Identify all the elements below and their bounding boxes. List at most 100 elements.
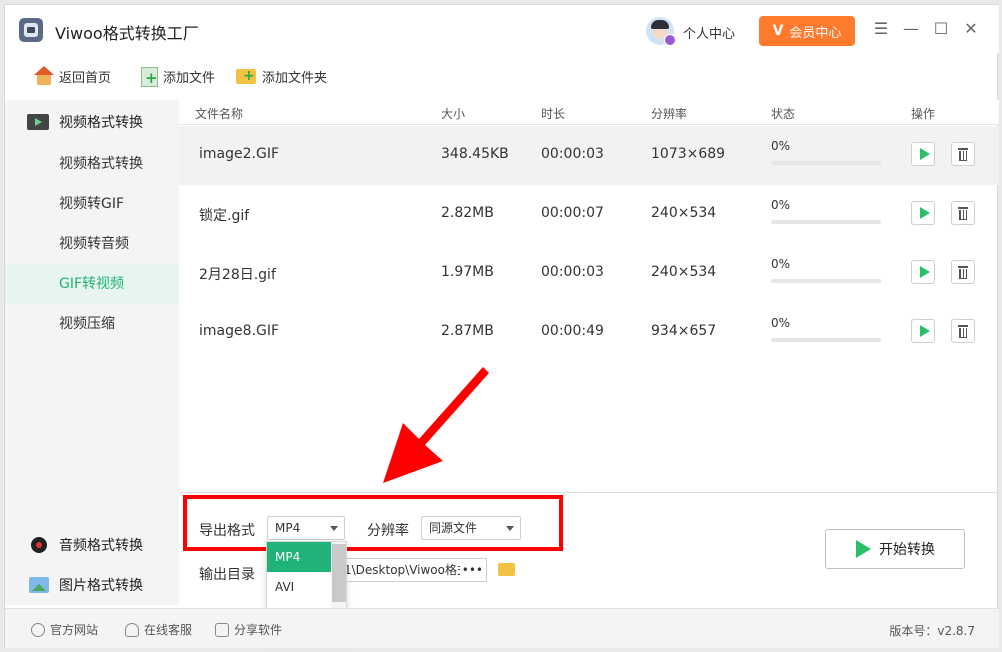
globe-icon [31,622,45,637]
vip-icon: V [772,23,784,39]
status-bar: 官方网站 在线客服 分享软件 版本号：v2.8.7 [5,608,999,648]
sidebar: 视频格式转换 视频格式转换 视频转GIF 视频转音频 GIF转视频 视频压缩 音… [5,100,179,605]
format-option-mp4[interactable]: MP4 [267,542,331,572]
progress-bar [771,279,881,283]
table-row[interactable]: image8.GIF 2.87MB 00:00:49 934×657 0% [179,303,999,362]
file-resolution: 934×657 [651,323,717,339]
folder-icon[interactable] [498,561,516,577]
add-folder-icon [236,66,258,86]
column-header-status: 状态 [771,107,796,121]
progress-percent: 0% [771,257,791,271]
progress-bar [771,338,881,342]
home-button[interactable]: 返回首页 [33,65,111,87]
sidebar-group-video[interactable]: 视频格式转换 [5,106,179,138]
minimize-icon[interactable]: — [901,19,921,39]
sidebar-group-label: 图片格式转换 [59,578,143,594]
table-row[interactable]: 2月28日.gif 1.97MB 00:00:03 240×534 0% [179,244,999,303]
app-title: Viwoo格式转换工厂 [55,24,199,43]
add-file-label: 添加文件 [163,70,216,86]
file-table-header: 文件名称 大小 时长 分辨率 状态 操作 [179,100,999,125]
progress-bar [771,161,881,165]
app-window: Viwoo格式转换工厂 个人中心 V 会员中心 ☰ — ☐ ✕ 返回首页 添加文… [4,4,999,648]
play-icon [855,540,871,558]
play-icon[interactable] [911,260,935,284]
app-logo-icon [19,18,43,42]
file-resolution: 240×534 [651,205,717,221]
file-duration: 00:00:07 [541,205,604,221]
column-header-actions: 操作 [911,107,936,121]
play-icon[interactable] [911,142,935,166]
sidebar-group-audio[interactable]: 音频格式转换 [5,529,179,561]
website-label: 官方网站 [50,623,99,637]
delete-icon[interactable] [951,260,975,284]
add-folder-button[interactable]: 添加文件夹 [236,65,327,87]
output-dir-field[interactable]: 1\Desktop\Viwoo格式 ••• [339,558,487,582]
delete-icon[interactable] [951,142,975,166]
sidebar-item-video-to-gif[interactable]: 视频转GIF [5,184,179,224]
sidebar-group-image[interactable]: 图片格式转换 [5,569,179,601]
website-link[interactable]: 官方网站 [31,621,98,638]
table-row[interactable]: 锁定.gif 2.82MB 00:00:07 240×534 0% [179,185,999,244]
image-icon [29,577,49,593]
add-folder-label: 添加文件夹 [262,70,328,86]
column-header-duration: 时长 [541,107,566,121]
file-size: 1.97MB [441,264,494,280]
start-convert-label: 开始转换 [879,542,935,558]
column-header-size: 大小 [441,107,466,121]
audio-icon [31,537,47,553]
progress-bar [771,220,881,224]
sidebar-item-gif-to-video[interactable]: GIF转视频 [5,264,179,304]
delete-icon[interactable] [951,201,975,225]
sidebar-item-video-to-audio[interactable]: 视频转音频 [5,224,179,264]
delete-icon[interactable] [951,319,975,343]
column-header-name: 文件名称 [195,107,244,121]
scrollbar-thumb[interactable] [332,544,346,602]
add-file-icon [139,66,159,87]
share-label: 分享软件 [234,623,283,637]
format-option-avi[interactable]: AVI [267,572,331,602]
sidebar-item-video-compress[interactable]: 视频压缩 [5,304,179,344]
sidebar-group-label: 音频格式转换 [59,538,143,554]
sidebar-group-label: 视频格式转换 [59,115,143,131]
start-convert-button[interactable]: 开始转换 [825,529,965,569]
menu-icon[interactable]: ☰ [871,19,891,39]
file-name: 锁定.gif [199,208,250,224]
progress-percent: 0% [771,316,791,330]
file-duration: 00:00:49 [541,323,604,339]
support-label: 在线客服 [144,623,193,637]
annotation-arrow-icon [383,367,489,483]
sidebar-item-video-convert[interactable]: 视频格式转换 [5,144,179,184]
file-duration: 00:00:03 [541,146,604,162]
headset-icon [125,622,139,637]
table-row[interactable]: image2.GIF 348.45KB 00:00:03 1073×689 0% [179,126,999,185]
file-resolution: 240×534 [651,264,717,280]
add-file-button[interactable]: 添加文件 [139,65,215,87]
annotation-highlight-box [183,495,563,551]
file-size: 2.87MB [441,323,494,339]
file-resolution: 1073×689 [651,146,726,162]
panel-divider [179,492,999,493]
progress-percent: 0% [771,198,791,212]
verified-badge-icon [664,34,676,46]
home-icon [33,66,55,86]
column-header-resolution: 分辨率 [651,107,688,121]
share-link[interactable]: 分享软件 [215,621,282,638]
profile-center-link[interactable]: 个人中心 [683,23,735,42]
play-icon[interactable] [911,201,935,225]
output-dir-label: 输出目录 [199,567,255,583]
share-icon [215,622,229,637]
file-duration: 00:00:03 [541,264,604,280]
file-name: image2.GIF [199,146,279,162]
support-link[interactable]: 在线客服 [125,621,192,638]
file-size: 2.82MB [441,205,494,221]
vip-center-button[interactable]: V 会员中心 [759,16,855,46]
video-icon [27,114,49,130]
file-size: 348.45KB [441,146,509,162]
file-name: 2月28日.gif [199,267,276,283]
close-icon[interactable]: ✕ [961,19,981,39]
progress-percent: 0% [771,139,791,153]
more-icon[interactable]: ••• [459,559,483,581]
maximize-icon[interactable]: ☐ [931,19,951,39]
title-bar: Viwoo格式转换工厂 个人中心 V 会员中心 ☰ — ☐ ✕ [5,5,999,53]
play-icon[interactable] [911,319,935,343]
